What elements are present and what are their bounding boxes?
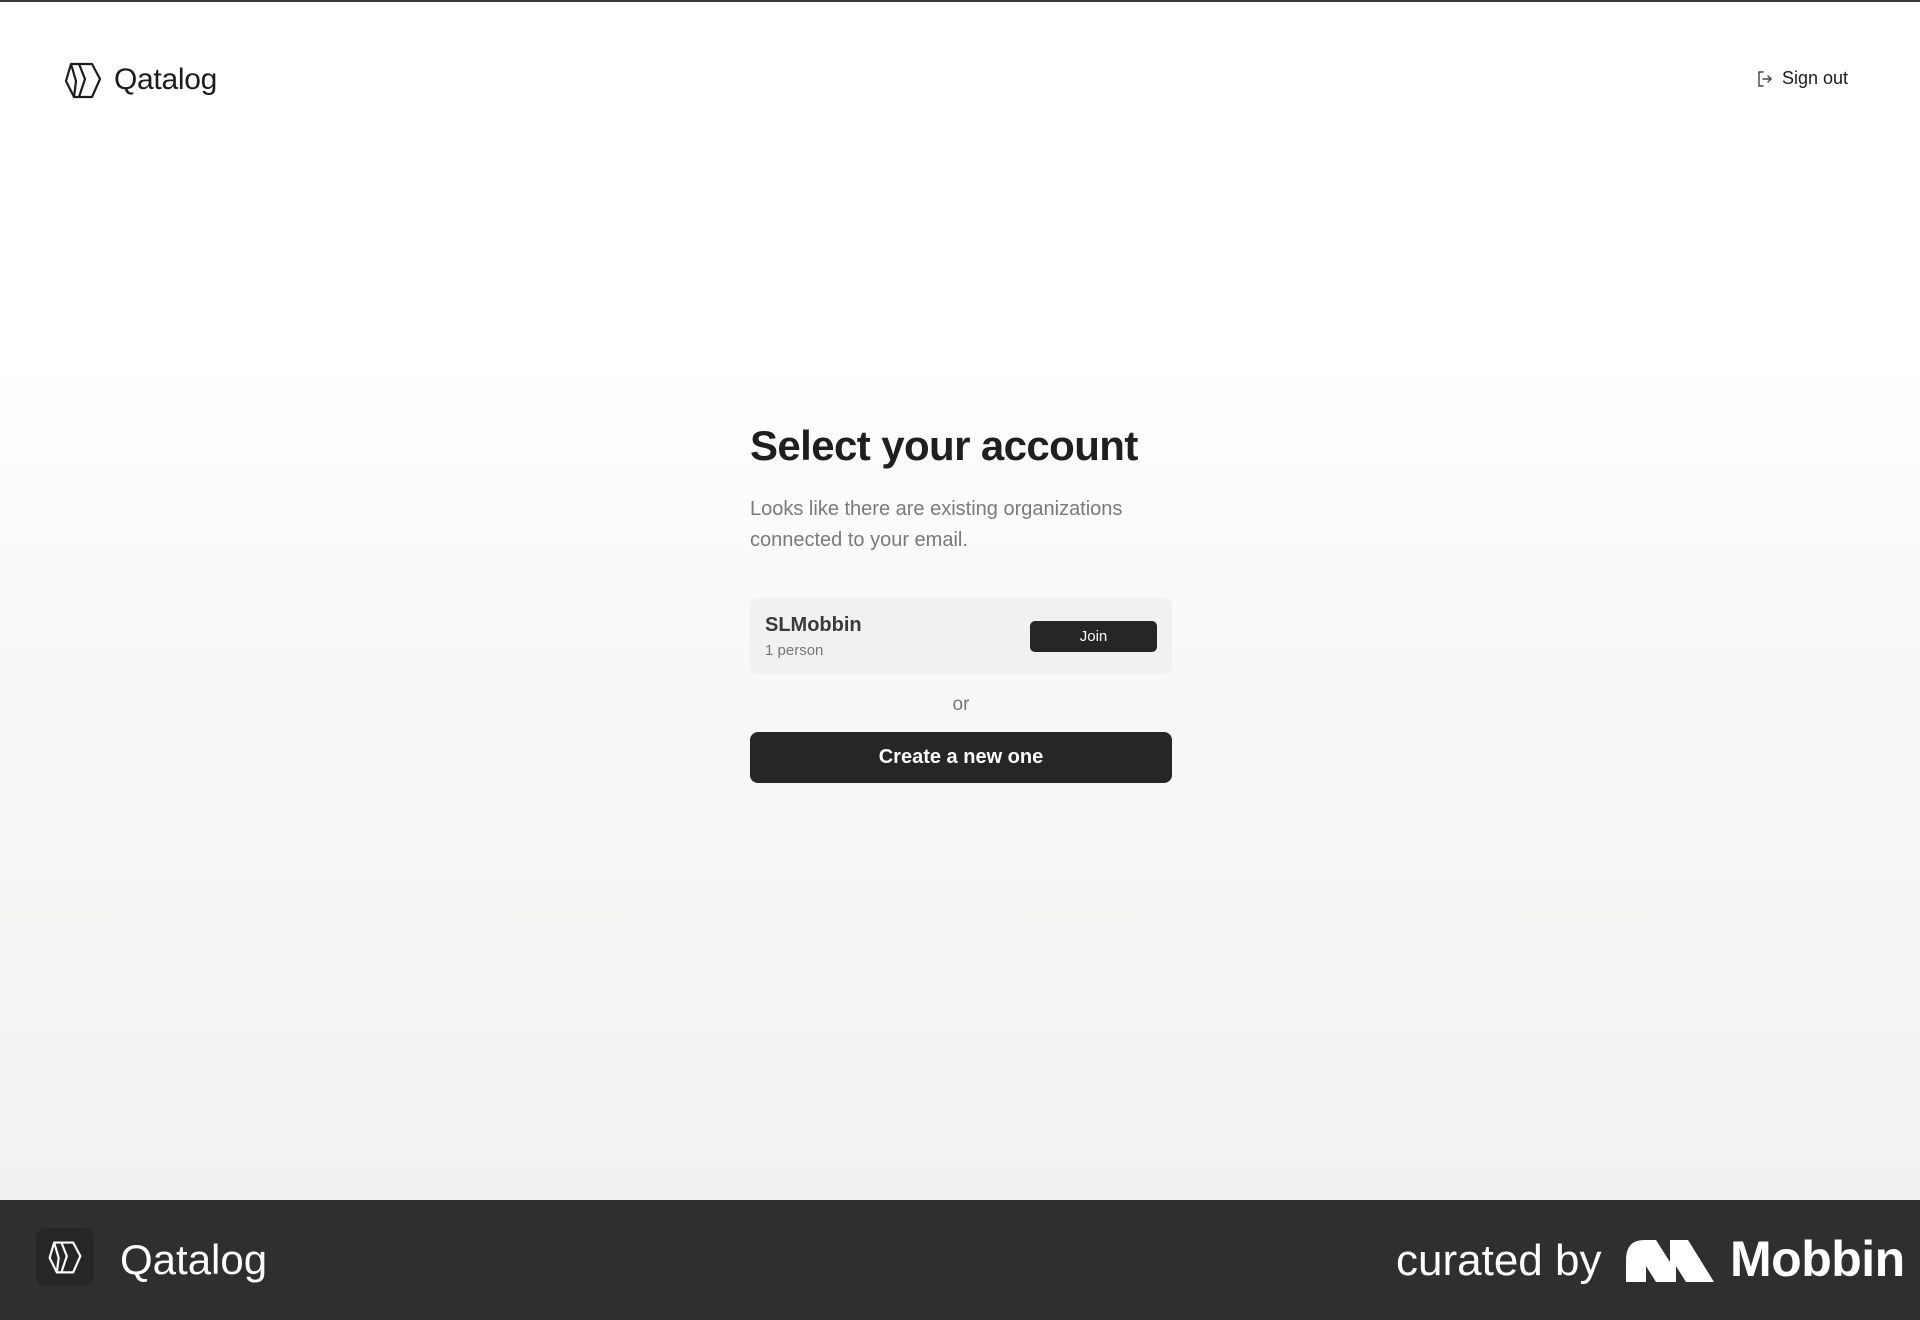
page-subtitle: Looks like there are existing organizati… — [750, 498, 1123, 551]
sign-out-button[interactable]: Sign out — [1756, 68, 1848, 89]
footer-logo — [36, 1228, 94, 1286]
header: Qatalog Sign out — [0, 2, 1920, 162]
sign-out-label: Sign out — [1781, 68, 1848, 88]
organization-member-count: 1 person — [765, 642, 824, 659]
sign-out-icon — [1758, 70, 1772, 87]
mobbin-logo-icon — [1626, 1240, 1714, 1282]
brand-logo[interactable]: Qatalog — [62, 58, 217, 102]
page-title: Select your account — [750, 422, 1138, 469]
qatalog-logo-icon — [64, 62, 102, 99]
or-separator: or — [952, 694, 970, 715]
footer: Qatalog curated by Mobbin — [0, 1200, 1920, 1320]
curated-by-label: curated by — [1396, 1236, 1602, 1285]
qatalog-logo-icon — [48, 1241, 82, 1274]
account-selection-panel: Select your account Looks like there are… — [750, 422, 1172, 783]
curator-name: Mobbin — [1730, 1231, 1905, 1287]
organization-card: SLMobbin 1 person Join — [750, 598, 1172, 674]
join-button[interactable]: Join — [1030, 621, 1157, 652]
brand-name: Qatalog — [114, 63, 217, 96]
app-container: Qatalog Sign out Select your account Loo… — [0, 2, 1920, 1200]
create-new-organization-button[interactable]: Create a new one — [750, 732, 1172, 783]
footer-brand-name: Qatalog — [120, 1236, 268, 1283]
organization-name: SLMobbin — [765, 614, 862, 636]
